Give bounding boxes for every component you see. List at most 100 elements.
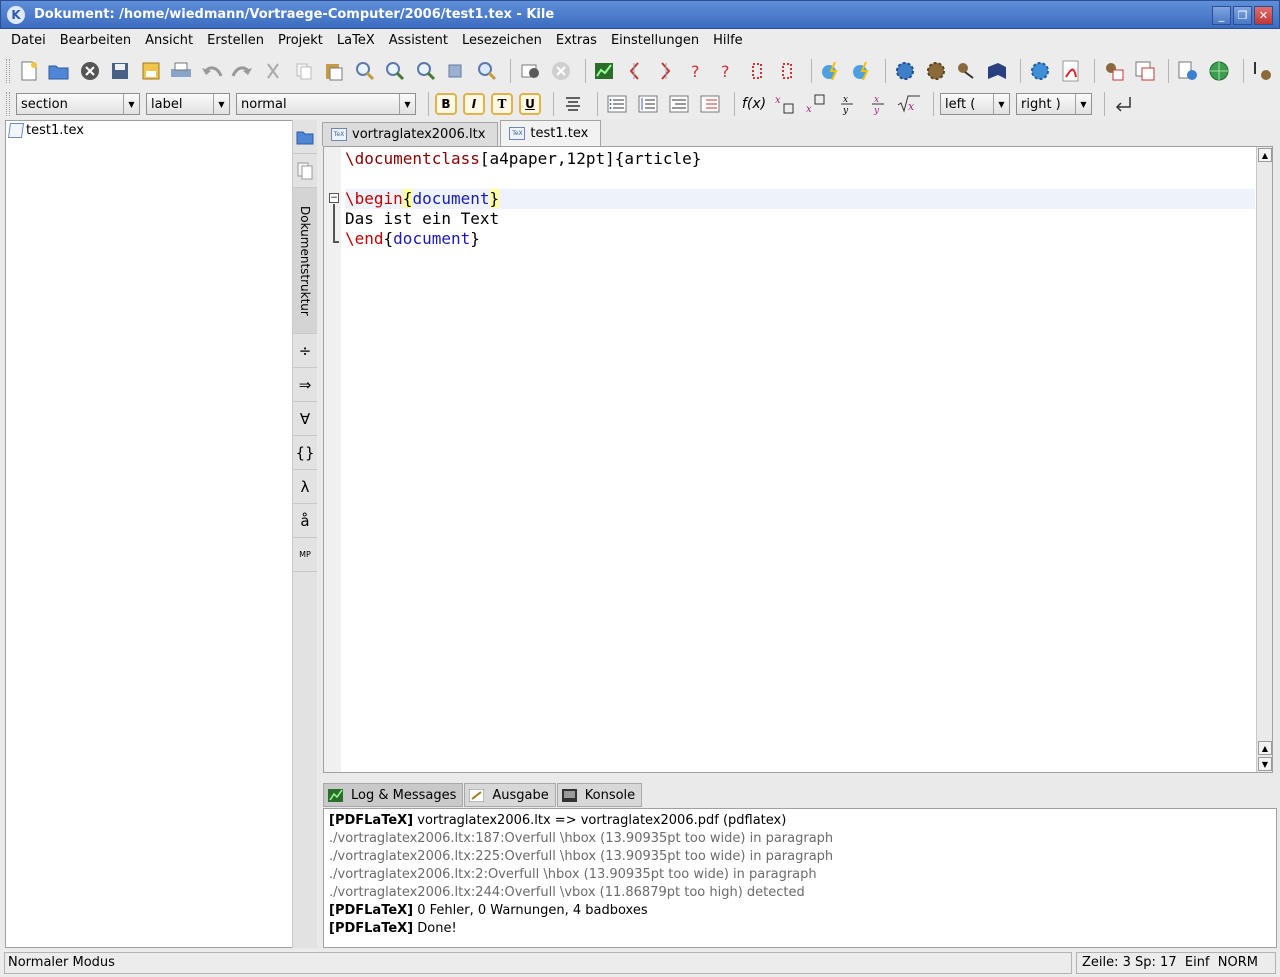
find-icon[interactable] <box>352 58 378 84</box>
latex-compile-icon[interactable] <box>818 58 844 84</box>
copy-icon[interactable] <box>291 58 317 84</box>
open-folder-icon[interactable] <box>293 120 317 154</box>
menu-projekt[interactable]: Projekt <box>271 33 330 48</box>
previous-section-icon[interactable] <box>622 58 648 84</box>
arrows-symbols-icon[interactable]: ⇒ <box>293 368 317 402</box>
menu-hilfe[interactable]: Hilfe <box>706 33 750 48</box>
menu-datei[interactable]: Datei <box>4 33 53 48</box>
undo-icon[interactable] <box>199 58 225 84</box>
statistics-icon[interactable] <box>592 58 618 84</box>
replace-icon[interactable] <box>443 58 469 84</box>
close-button[interactable]: ✕ <box>1254 6 1273 25</box>
close-file-icon[interactable] <box>77 58 103 84</box>
italic-button[interactable]: I <box>463 93 485 115</box>
latex-to-html-icon[interactable] <box>1101 58 1127 84</box>
log-line[interactable]: ./vortraglatex2006.ltx:244:Overfull \vbo… <box>329 884 1271 902</box>
misc-math-symbols-icon[interactable]: ∀ <box>293 402 317 436</box>
view-ps-icon[interactable] <box>984 58 1010 84</box>
open-folder-icon[interactable] <box>47 58 73 84</box>
redo-icon[interactable] <box>230 58 256 84</box>
code-editor[interactable]: − \documentclass[a4paper,12pt]{article} … <box>323 146 1273 773</box>
menu-latex[interactable]: LaTeX <box>330 33 382 48</box>
itemize-icon[interactable] <box>604 91 630 117</box>
dvi-to-ps-icon[interactable] <box>923 58 949 84</box>
minimize-button[interactable]: _ <box>1212 6 1231 25</box>
quick-preview-icon[interactable] <box>517 58 543 84</box>
left-delimiter-combo[interactable]: left ( ▼ <box>940 93 1010 115</box>
newline-icon[interactable] <box>1111 91 1137 117</box>
code-area[interactable]: \documentclass[a4paper,12pt]{article} \b… <box>345 149 1255 249</box>
bold-button[interactable]: B <box>435 93 457 115</box>
font-size-combo[interactable]: normal ▼ <box>236 93 416 115</box>
quickbuild-icon[interactable] <box>1027 58 1053 84</box>
description-icon[interactable] <box>666 91 692 117</box>
fold-marker-icon[interactable]: − <box>329 193 339 203</box>
cut-icon[interactable] <box>260 58 286 84</box>
scroll-down-icon[interactable]: ▼ <box>1258 757 1272 771</box>
kile-app-icon[interactable]: K <box>7 5 25 24</box>
pdflatex-compile-icon[interactable] <box>849 58 875 84</box>
log-output[interactable]: [PDFLaTeX] vortraglatex2006.ltx => vortr… <box>323 808 1277 948</box>
section-combo[interactable]: section ▼ <box>16 93 140 115</box>
configure-tools-icon[interactable] <box>1250 58 1276 84</box>
scroll-up-icon[interactable]: ▲ <box>1258 741 1272 755</box>
find-next-icon[interactable] <box>382 58 408 84</box>
item-icon[interactable] <box>697 91 723 117</box>
subscript-icon[interactable]: x <box>772 91 798 117</box>
fraction-icon[interactable]: xy <box>834 91 860 117</box>
scroll-up-icon[interactable]: ▲ <box>1258 148 1272 162</box>
typewriter-button[interactable]: T <box>491 93 513 115</box>
dfrac-icon[interactable]: xy <box>865 91 891 117</box>
tab-dokumentstruktur[interactable]: Dokumentstruktur <box>293 188 317 334</box>
next-bullet-icon[interactable] <box>775 58 801 84</box>
log-line[interactable]: ./vortraglatex2006.ltx:225:Overfull \hbo… <box>329 848 1271 866</box>
greek-symbols-icon[interactable]: λ <box>293 470 317 504</box>
superscript-icon[interactable]: x <box>803 91 829 117</box>
spellcheck-icon[interactable] <box>474 58 500 84</box>
new-file-icon[interactable] <box>16 58 42 84</box>
label-combo[interactable]: label ▼ <box>146 93 230 115</box>
previous-bullet-icon[interactable] <box>744 58 770 84</box>
save-icon[interactable] <box>108 58 134 84</box>
next-section-icon[interactable] <box>653 58 679 84</box>
tab-log-messages[interactable]: Log & Messages <box>323 783 464 807</box>
editor-scrollbar[interactable]: ▲ ▲ ▼ <box>1256 147 1272 772</box>
forward-search-icon[interactable] <box>1175 58 1201 84</box>
save-all-icon[interactable] <box>138 58 164 84</box>
tab-ausgabe[interactable]: Ausgabe <box>464 783 556 807</box>
web-browser-icon[interactable] <box>1206 58 1232 84</box>
tab-vortraglatex2006[interactable]: TeX vortraglatex2006.ltx <box>322 122 499 146</box>
view-html-icon[interactable] <box>1132 58 1158 84</box>
menu-ansicht[interactable]: Ansicht <box>138 33 200 48</box>
delimiters-symbols-icon[interactable]: {} <box>293 436 317 470</box>
operators-symbols-icon[interactable]: ÷ <box>293 334 317 368</box>
files-icon[interactable] <box>293 154 317 188</box>
toolbar-grip[interactable] <box>6 59 10 83</box>
view-pdf-icon[interactable] <box>1058 58 1084 84</box>
menu-extras[interactable]: Extras <box>549 33 604 48</box>
stop-icon[interactable] <box>548 58 574 84</box>
paste-icon[interactable] <box>321 58 347 84</box>
next-paragraph-icon[interactable]: ? <box>714 58 740 84</box>
ps-to-pdf-icon[interactable] <box>953 58 979 84</box>
square-root-icon[interactable]: x <box>896 91 922 117</box>
log-line[interactable]: ./vortraglatex2006.ltx:187:Overfull \hbo… <box>329 830 1271 848</box>
right-delimiter-combo[interactable]: right ) ▼ <box>1016 93 1092 115</box>
menu-lesezeichen[interactable]: Lesezeichen <box>455 33 549 48</box>
log-line[interactable]: ./vortraglatex2006.ltx:2:Overfull \hbox … <box>329 866 1271 884</box>
print-icon[interactable] <box>169 58 195 84</box>
find-previous-icon[interactable] <box>413 58 439 84</box>
function-button[interactable]: f(x) <box>741 91 767 117</box>
special-characters-icon[interactable]: å <box>293 504 317 538</box>
enumerate-icon[interactable] <box>635 91 661 117</box>
tree-item-test1[interactable]: test1.tex <box>6 121 292 140</box>
tab-konsole[interactable]: Konsole <box>556 783 643 807</box>
toolbar-grip[interactable] <box>6 92 10 116</box>
menu-einstellungen[interactable]: Einstellungen <box>604 33 706 48</box>
previous-paragraph-icon[interactable]: ? <box>683 58 709 84</box>
menu-bearbeiten[interactable]: Bearbeiten <box>53 33 138 48</box>
metapost-tab[interactable]: MP <box>293 538 317 572</box>
center-align-icon[interactable] <box>560 91 586 117</box>
tab-test1[interactable]: TeX test1.tex <box>500 120 602 146</box>
menu-assistent[interactable]: Assistent <box>382 33 455 48</box>
